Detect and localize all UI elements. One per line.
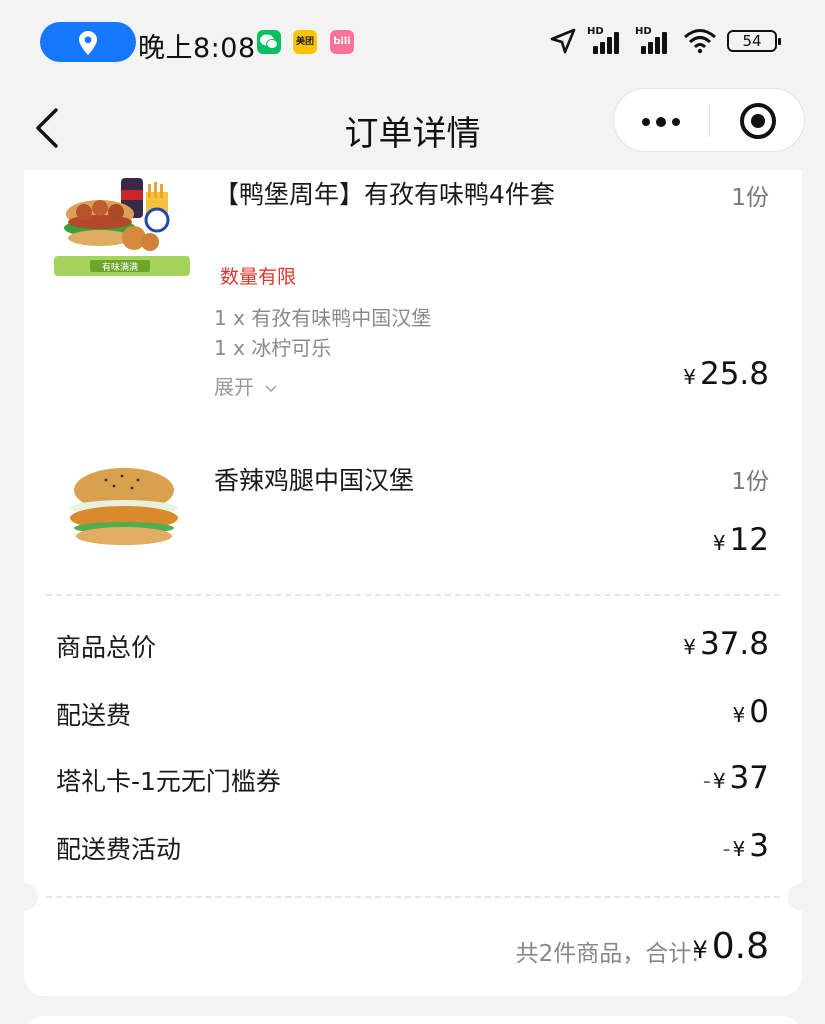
divider [46, 594, 780, 596]
summary-value: - ¥37 [702, 760, 769, 796]
item-quantity: 1份 [731, 469, 769, 495]
summary-value: - ¥3 [722, 828, 769, 864]
limited-tag: 数量有限 [220, 266, 297, 288]
price-value: 25.8 [699, 356, 769, 392]
currency-symbol: ¥ [712, 531, 726, 555]
summary-label: 塔礼卡-1元无门槛券 [56, 767, 281, 796]
miniprogram-capsule [613, 88, 805, 152]
navigation-arrow-icon [550, 28, 576, 54]
total-label: 共2件商品，合计: [515, 941, 699, 967]
total-value: ¥0.8 [692, 926, 769, 967]
item-quantity: 1份 [731, 185, 769, 211]
item-price: ¥25.8 [683, 356, 769, 392]
item-price: ¥12 [713, 522, 769, 558]
expand-label: 展开 [214, 375, 254, 399]
capsule-divider [709, 105, 710, 137]
order-card [24, 170, 802, 996]
item-name: 香辣鸡腿中国汉堡 [214, 466, 415, 495]
battery-icon: 54 [727, 30, 781, 52]
summary-label: 商品总价 [56, 633, 157, 662]
bilibili-icon: bili [330, 30, 354, 54]
signal-icon-2: HD [635, 26, 673, 54]
card-notch-left [10, 883, 38, 911]
signal-icon: HD [587, 26, 625, 54]
chicken-burger-image [70, 468, 178, 545]
expand-button[interactable]: 展开 [214, 371, 278, 400]
location-pill[interactable] [40, 22, 136, 62]
chevron-down-icon [265, 384, 277, 392]
status-bar: 晚上8:08 美团 bili HD HD 54 [0, 0, 825, 84]
next-card [24, 1016, 802, 1024]
item-name: 【鸭堡周年】有孜有味鸭4件套 [214, 180, 555, 209]
nav-bar: 订单详情 [0, 84, 825, 170]
summary-value: ¥0 [732, 694, 769, 730]
card-notch-right [788, 883, 816, 911]
close-miniprogram-icon[interactable] [740, 103, 776, 139]
summary-label: 配送费活动 [56, 835, 182, 864]
combo-component: 1 x 有孜有味鸭中国汉堡 [214, 306, 432, 330]
location-pin-icon [79, 31, 97, 55]
divider [46, 896, 780, 898]
wifi-icon [684, 29, 716, 54]
status-icons: HD HD 54 [549, 26, 781, 56]
summary-value: ¥37.8 [683, 626, 769, 662]
combo-component: 1 x 冰柠可乐 [214, 336, 332, 360]
more-icon[interactable] [642, 117, 680, 127]
clock: 晚上8:08 [138, 33, 256, 64]
summary-label: 配送费 [56, 701, 132, 730]
image-badge-text: 有味满满 [102, 261, 138, 273]
combo-meal-image: 有味满满 [54, 178, 190, 276]
meituan-icon: 美团 [293, 30, 317, 54]
currency-symbol: ¥ [683, 365, 696, 389]
price-value: 12 [729, 522, 769, 558]
wechat-icon [257, 30, 281, 54]
